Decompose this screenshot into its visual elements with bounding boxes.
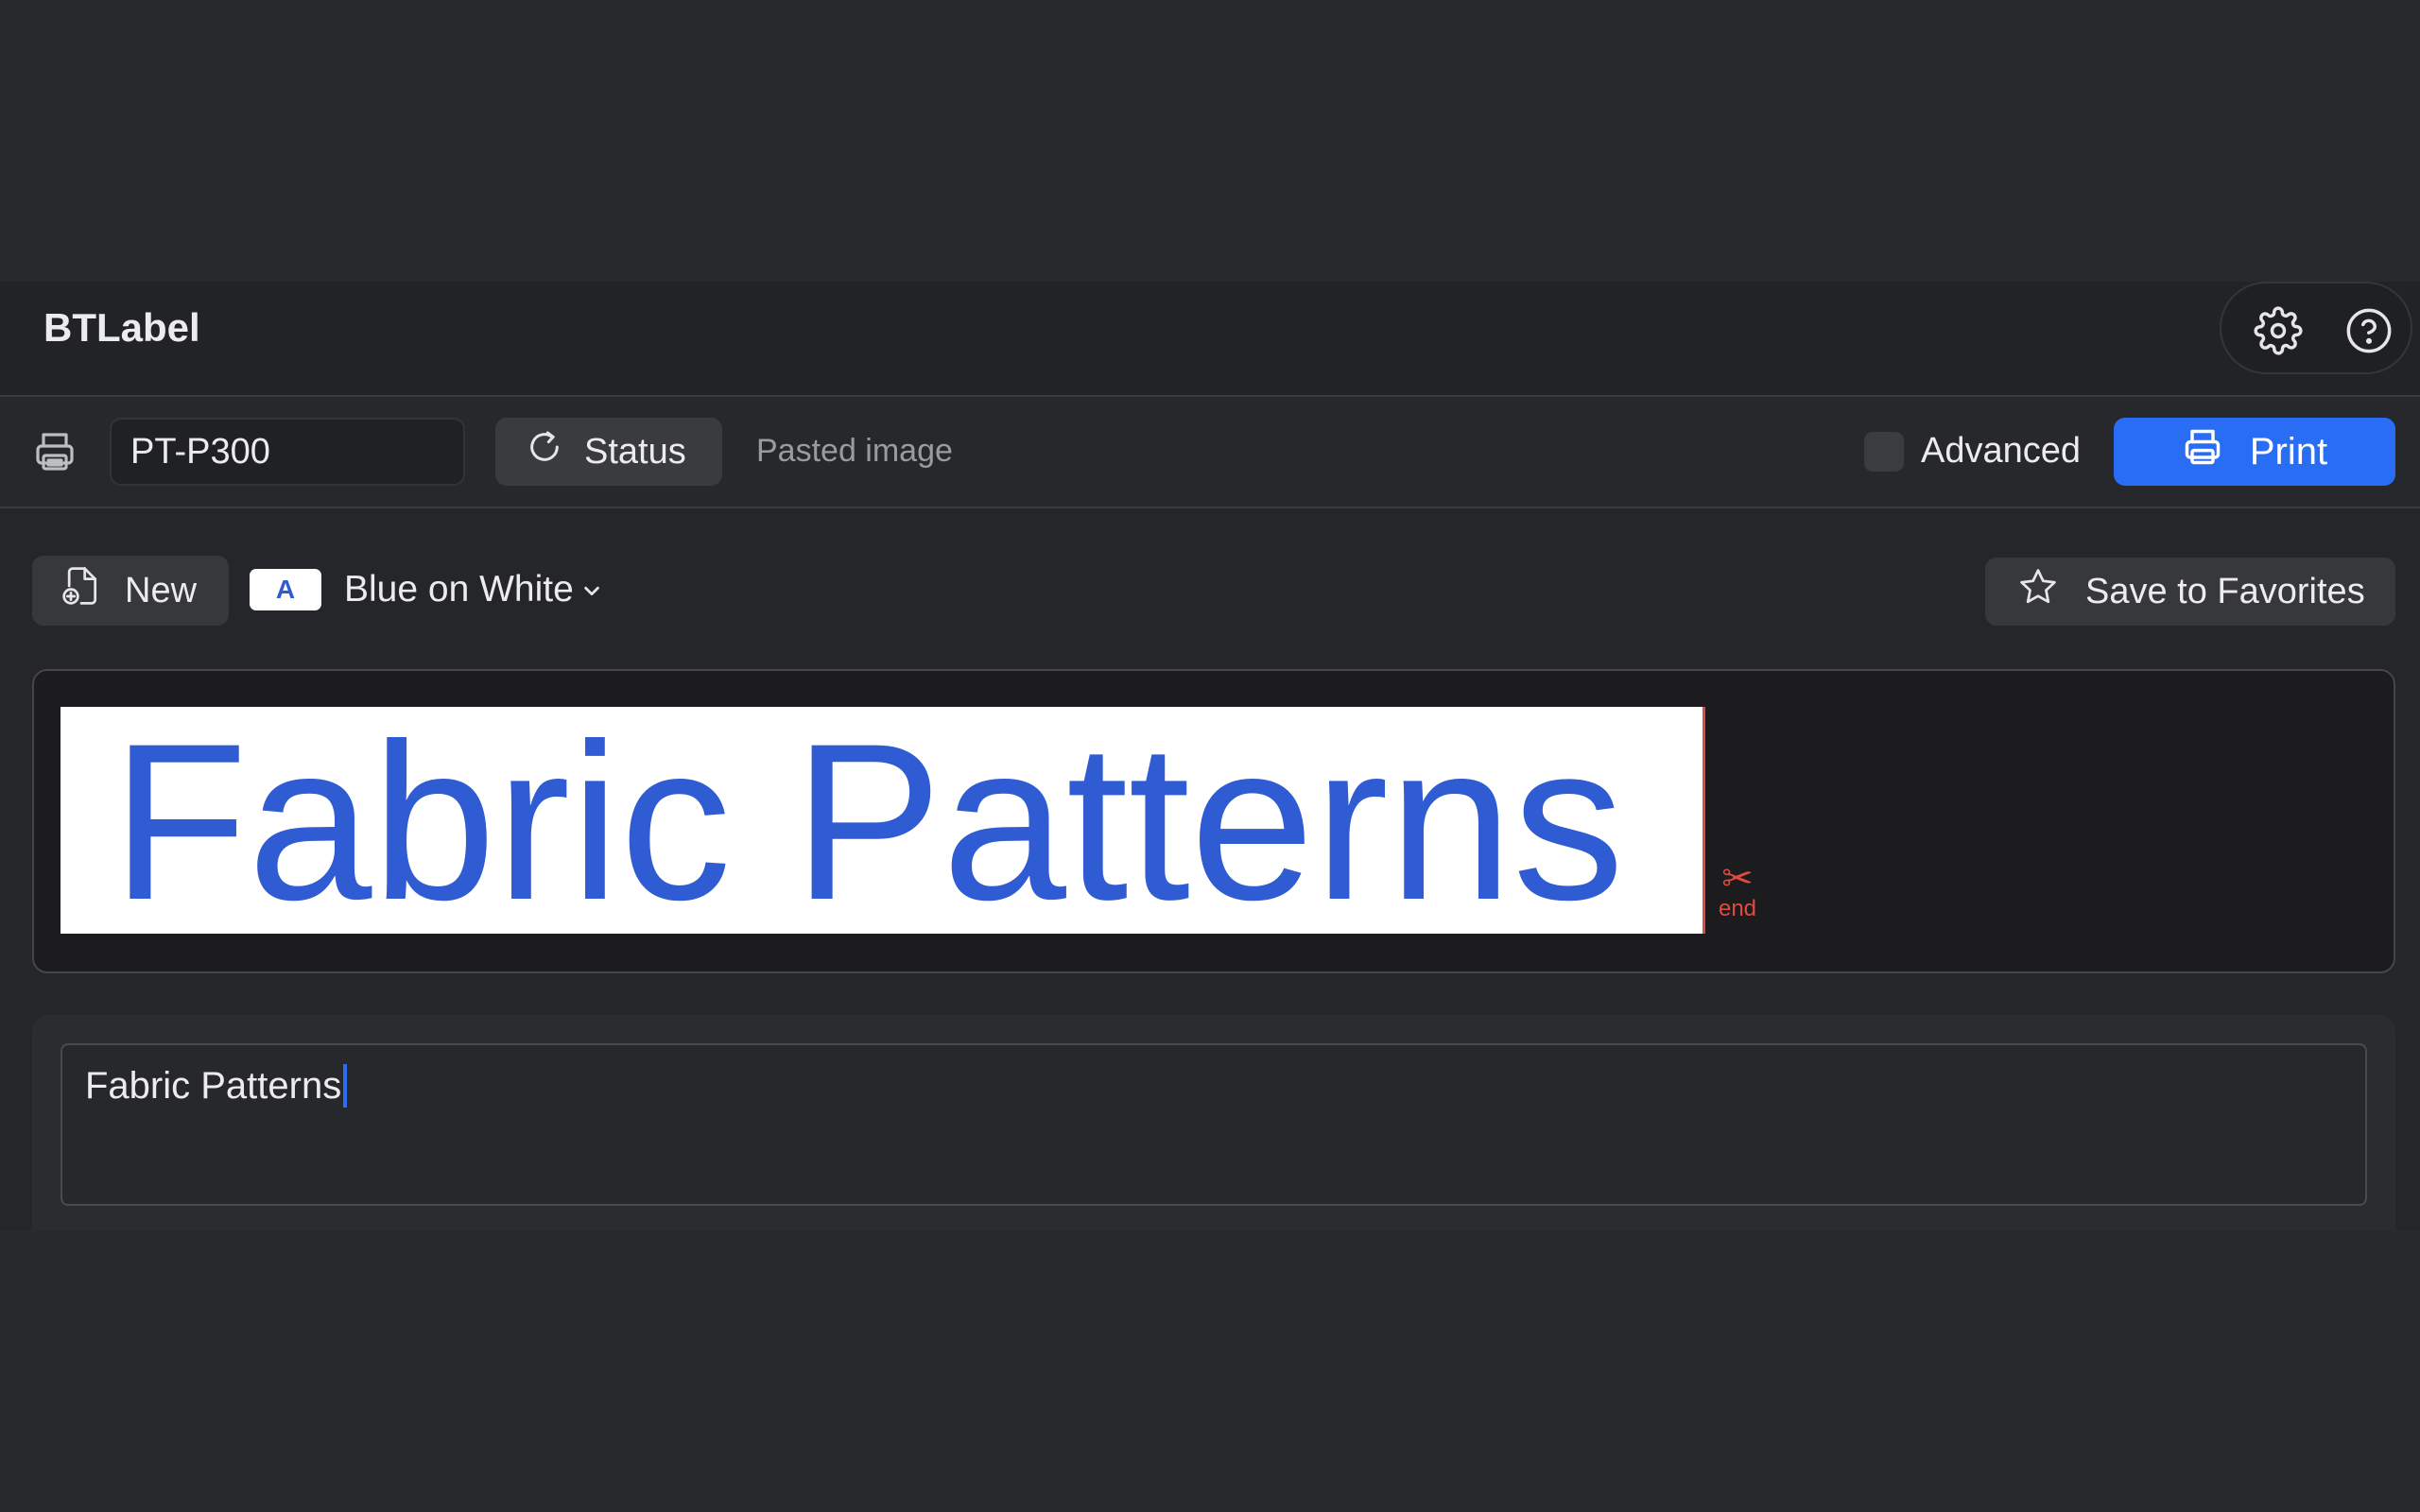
status-button-label: Status (584, 431, 686, 472)
title-bar: BTLabel (0, 282, 2420, 397)
printer-toolbar: PT-P300 Status Pasted image Advanced Pri… (0, 397, 2420, 508)
advanced-checkbox[interactable] (1864, 432, 1904, 472)
new-document-icon (60, 563, 125, 618)
save-to-favorites-button[interactable]: Save to Favorites (1985, 558, 2395, 626)
color-scheme-swatch: A (250, 569, 321, 610)
label-canvas: Fabric Patterns (60, 707, 1705, 934)
label-preview: Fabric Patterns ✂ end (32, 669, 2395, 973)
text-caret (343, 1064, 348, 1108)
app-window: BTLabel PT-P300 Status Pasted image Adva… (0, 282, 2420, 1230)
title-actions (2220, 282, 2412, 374)
print-button-label: Print (2249, 430, 2328, 472)
app-title: BTLabel (43, 305, 200, 350)
advanced-label: Advanced (1921, 431, 2082, 471)
color-scheme-label: Blue on White (344, 569, 574, 610)
new-button[interactable]: New (32, 556, 229, 626)
new-button-label: New (125, 570, 198, 610)
help-button[interactable] (2342, 304, 2395, 357)
cut-marker: ✂ end (1717, 860, 1758, 920)
color-scheme-dropdown[interactable]: Blue on White (344, 571, 602, 608)
status-button[interactable]: Status (495, 418, 722, 486)
star-icon (2017, 566, 2085, 617)
refresh-icon (526, 428, 584, 475)
question-circle-icon (2344, 306, 2394, 355)
printer-icon (2182, 426, 2250, 477)
scissors-icon: ✂ (1721, 858, 1754, 900)
printer-select[interactable]: PT-P300 (110, 418, 465, 486)
cut-end-label: end (1718, 896, 1757, 921)
save-to-favorites-label: Save to Favorites (2085, 571, 2365, 611)
status-message: Pasted image (756, 433, 953, 469)
gear-icon (2254, 306, 2303, 355)
settings-button[interactable] (2252, 304, 2305, 357)
label-text-value: Fabric Patterns (85, 1065, 342, 1107)
print-button[interactable]: Print (2114, 418, 2395, 486)
label-text-editor[interactable]: Fabric Patterns (60, 1043, 2367, 1206)
printer-icon (32, 429, 78, 479)
label-preview-text: Fabric Patterns (112, 707, 1625, 934)
chevron-down-icon (581, 571, 602, 608)
editor-panel: Fabric Patterns (32, 1015, 2395, 1230)
